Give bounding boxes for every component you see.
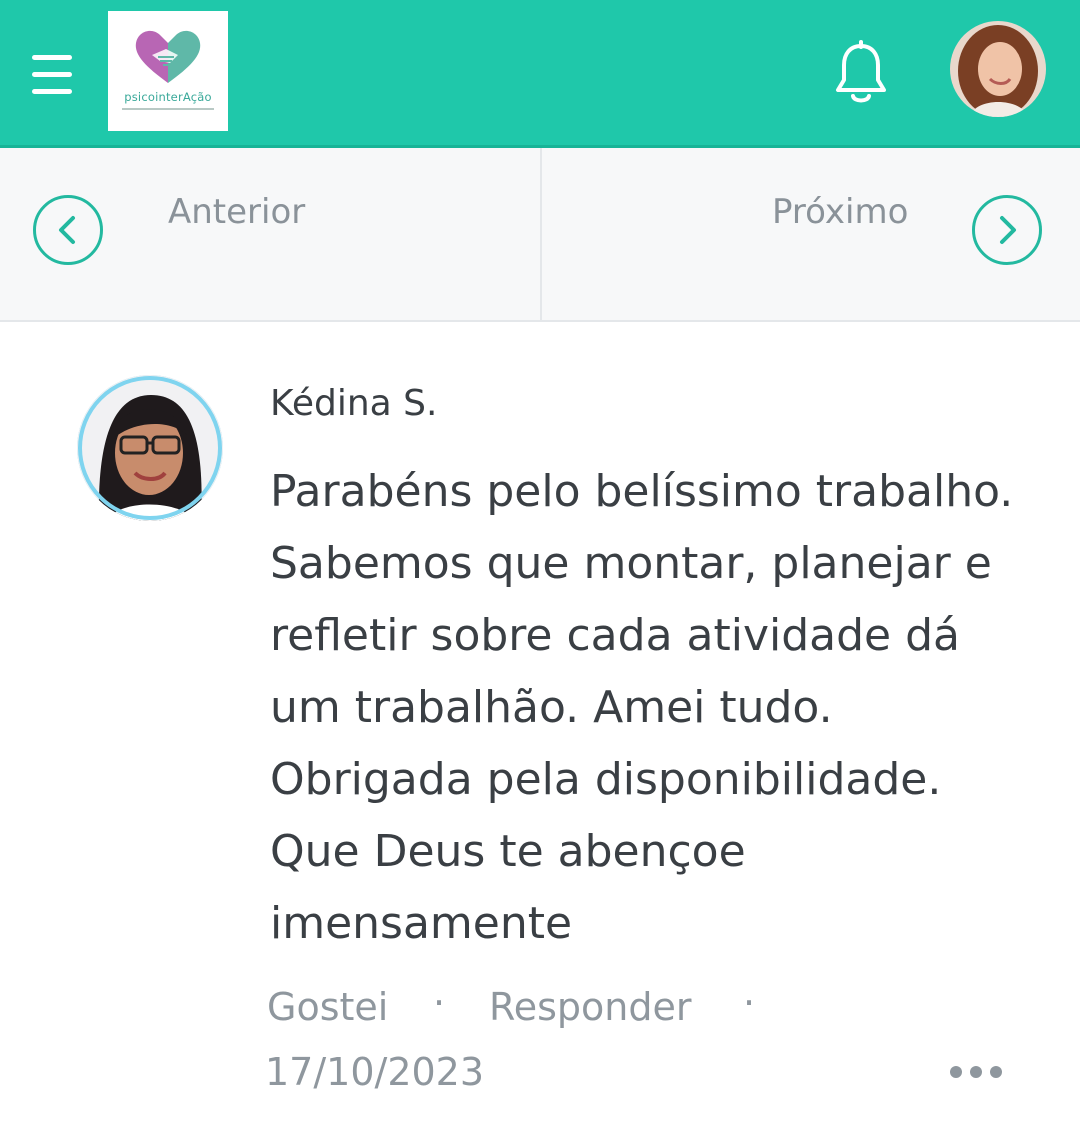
hamburger-icon[interactable] (32, 55, 74, 95)
comment-text: Parabéns pelo belíssimo trabalho. Sabemo… (270, 466, 1014, 949)
chevron-left-icon (33, 195, 103, 265)
next-label: Próximo (772, 192, 909, 232)
previous-label: Anterior (168, 192, 306, 232)
handshake-heart-icon (135, 30, 201, 83)
comment-author-name[interactable]: Kédina S. (270, 383, 437, 424)
comment-author-avatar[interactable] (77, 375, 223, 521)
chevron-right-icon (972, 195, 1042, 265)
logo[interactable]: psicointerAção (108, 11, 228, 131)
separator-dot: · (433, 981, 446, 1025)
app-header: psicointerAção (0, 0, 1080, 148)
separator-dot: · (743, 981, 756, 1025)
user-avatar[interactable] (950, 21, 1046, 117)
like-button[interactable]: Gostei (267, 985, 388, 1029)
logo-tagline (122, 108, 214, 110)
logo-text: psicointerAção (124, 90, 212, 104)
comment-date: 17/10/2023 (265, 1050, 485, 1094)
next-button[interactable]: Próximo (542, 148, 1080, 320)
post-navigation: Anterior Próximo (0, 148, 1080, 322)
previous-button[interactable]: Anterior (0, 148, 538, 320)
bell-icon[interactable] (832, 40, 890, 108)
more-options-icon[interactable] (946, 1062, 1006, 1086)
reply-button[interactable]: Responder (489, 985, 691, 1029)
